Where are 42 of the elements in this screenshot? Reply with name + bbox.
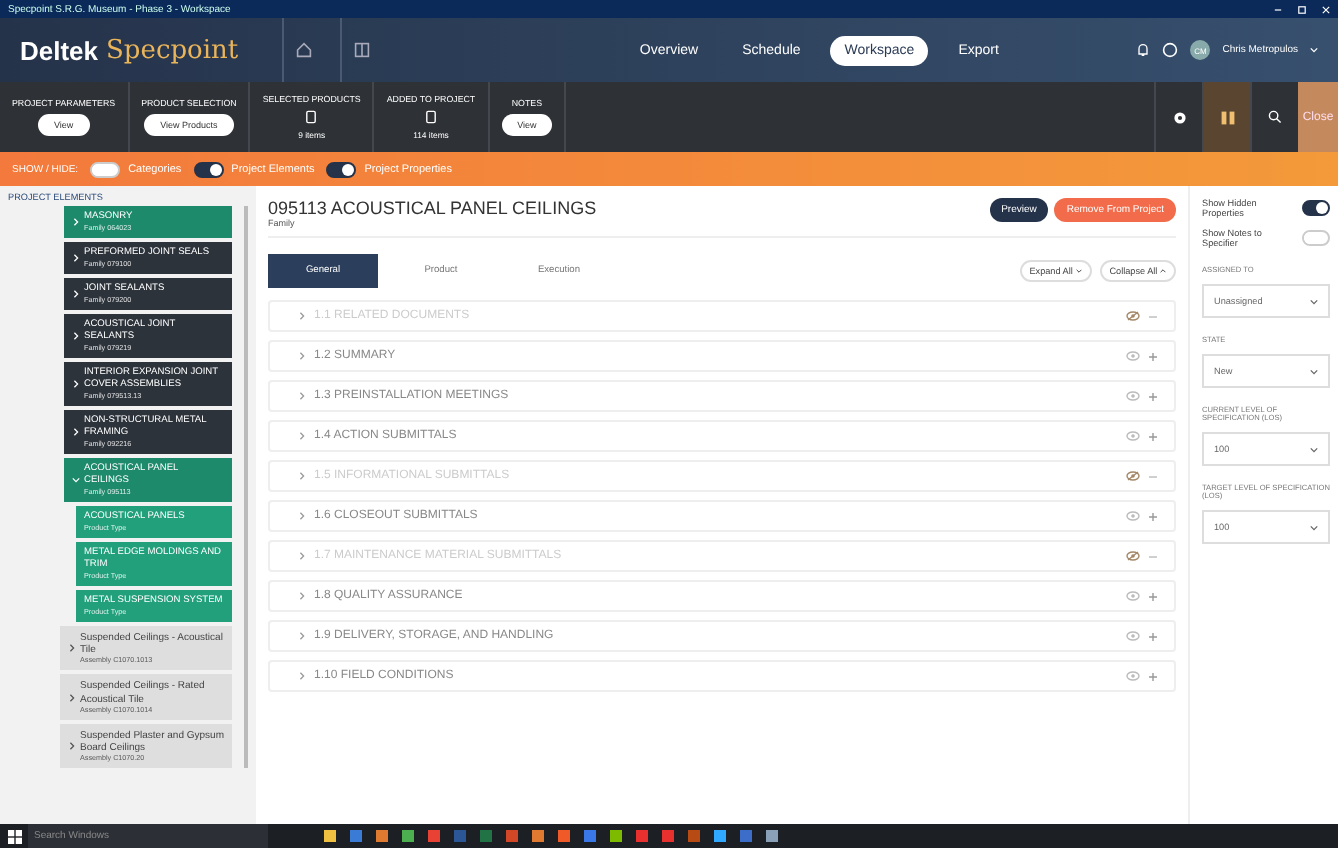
minus-icon[interactable] (1148, 311, 1158, 321)
maximize-icon[interactable] (1298, 5, 1306, 13)
windows-icon[interactable] (8, 829, 22, 843)
page-title: 095113 ACOUSTICAL PANEL CEILINGS (268, 198, 597, 218)
eye-slash-icon[interactable] (1126, 310, 1140, 322)
chevron-up-icon[interactable] (1160, 268, 1166, 274)
plus-icon[interactable] (1148, 671, 1158, 681)
minus-icon[interactable] (1148, 471, 1158, 481)
eye-slash-icon[interactable] (1126, 470, 1140, 482)
caret-icon[interactable] (1310, 46, 1318, 54)
columns-button[interactable] (1202, 82, 1250, 152)
close-icon[interactable] (1322, 5, 1330, 13)
eye-slash-icon[interactable] (1126, 550, 1140, 562)
toggle-switch[interactable] (326, 161, 357, 177)
eye-icon[interactable] (1126, 430, 1140, 442)
search-icon[interactable] (1268, 110, 1282, 124)
plus-icon[interactable] (1148, 391, 1158, 401)
plus-icon[interactable] (1148, 631, 1158, 641)
eye-icon[interactable] (1126, 350, 1140, 362)
minus-icon[interactable] (1148, 551, 1158, 561)
plus-icon[interactable] (1148, 511, 1158, 521)
eye-icon[interactable] (1126, 390, 1140, 402)
chevron-right-icon[interactable] (68, 693, 76, 702)
plus-icon[interactable] (1148, 431, 1158, 441)
home-icon[interactable] (296, 42, 313, 58)
settings-icon[interactable] (1171, 109, 1187, 125)
bell-icon[interactable] (1136, 42, 1151, 58)
logo: Deltek Specpoint (20, 35, 239, 65)
minimize-icon[interactable] (1274, 5, 1282, 13)
columns-icon[interactable] (1219, 109, 1235, 125)
chevron-right-icon[interactable] (68, 742, 76, 751)
toggle-switch[interactable] (193, 161, 224, 177)
eye-icon[interactable] (1126, 670, 1140, 682)
chevron-down-icon[interactable] (1075, 268, 1082, 274)
toggle-switch[interactable] (1301, 200, 1330, 216)
plus-icon[interactable] (1148, 351, 1158, 361)
eye-icon[interactable] (1126, 630, 1140, 642)
book-icon[interactable] (354, 42, 371, 58)
chevron-right-icon[interactable] (68, 644, 76, 653)
plus-icon[interactable] (1148, 591, 1158, 601)
eye-icon[interactable] (1126, 590, 1140, 602)
eye-icon[interactable] (1126, 510, 1140, 522)
